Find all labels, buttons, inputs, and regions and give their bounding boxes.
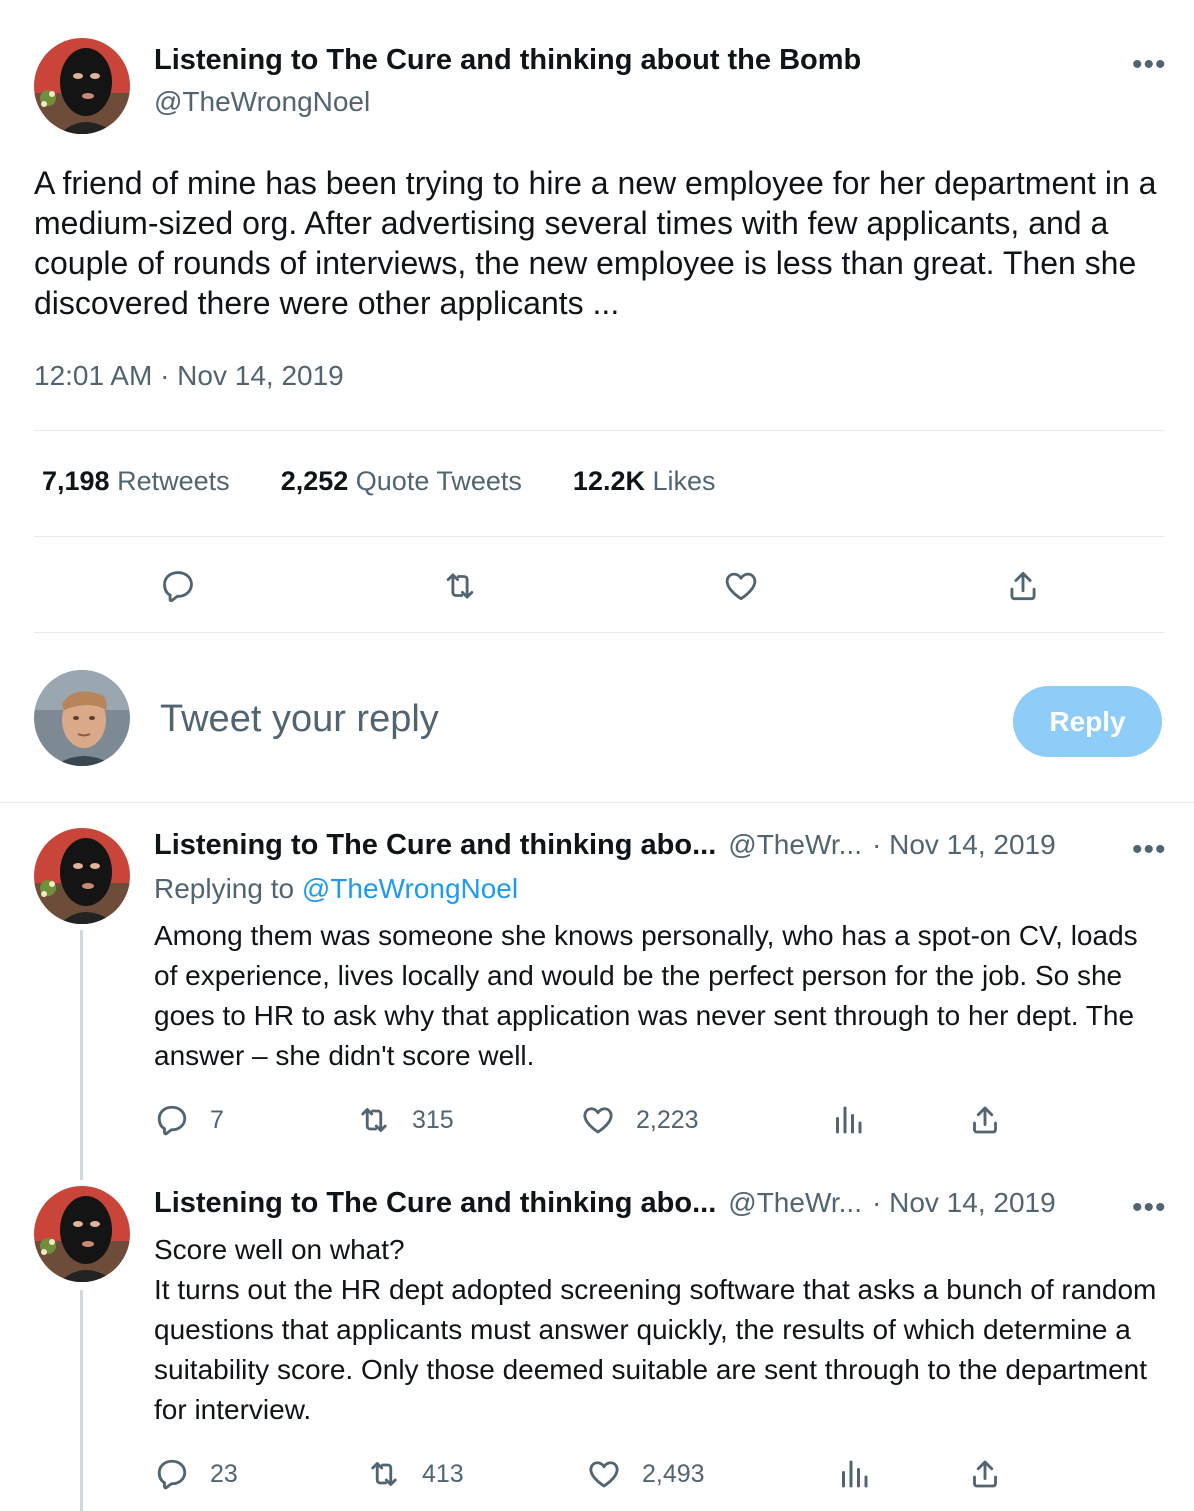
analytics-icon <box>842 1460 868 1488</box>
tweet-timestamp[interactable]: 12:01 AM · Nov 14, 2019 <box>34 360 344 392</box>
reply-header: Listening to The Cure and thinking abo..… <box>154 1187 1056 1220</box>
quote-tweets-stat[interactable]: 2,252 Quote Tweets <box>281 466 522 496</box>
reply-author-name[interactable]: Listening to The Cure and thinking abo..… <box>154 1187 716 1220</box>
share-button[interactable] <box>967 1456 1023 1492</box>
retweet-button[interactable] <box>438 564 482 608</box>
balaclava-avatar-image <box>34 828 130 924</box>
reply-date[interactable]: · Nov 14, 2019 <box>872 829 1056 861</box>
retweet-icon <box>371 1462 397 1486</box>
reply-count: 23 <box>210 1459 238 1488</box>
like-count-button[interactable]: 2,223 <box>580 1102 699 1138</box>
replying-to-line: Replying to @TheWrongNoel <box>154 873 519 904</box>
thread-connector-line <box>80 930 83 1180</box>
reply-icon <box>157 1105 187 1136</box>
reply-text: Among them was someone she knows persona… <box>154 920 1138 1071</box>
more-options-icon[interactable]: ••• <box>1132 50 1167 80</box>
author-display-name[interactable]: Listening to The Cure and thinking about… <box>154 44 861 77</box>
reply-text-first-line: Score well on what? <box>154 1234 405 1265</box>
reply-author-handle[interactable]: @TheWr... <box>728 829 862 861</box>
share-icon <box>973 1460 997 1488</box>
reply-date[interactable]: · Nov 14, 2019 <box>872 1187 1056 1219</box>
like-count: 2,223 <box>636 1105 699 1134</box>
share-icon <box>973 1106 997 1134</box>
retweet-count-button[interactable]: 413 <box>366 1456 464 1492</box>
retweet-icon <box>361 1108 387 1132</box>
reply-author-name[interactable]: Listening to The Cure and thinking abo..… <box>154 829 716 862</box>
reply-icon <box>157 1459 187 1490</box>
share-button[interactable] <box>967 1102 1023 1138</box>
like-icon <box>725 572 757 601</box>
retweet-count: 413 <box>422 1459 464 1488</box>
retweet-count-button[interactable]: 315 <box>356 1102 454 1138</box>
author-handle[interactable]: @TheWrongNoel <box>154 86 370 118</box>
reply-text: It turns out the HR dept adopted screeni… <box>154 1274 1157 1425</box>
analytics-icon <box>836 1106 862 1134</box>
tweet-text: A friend of mine has been trying to hire… <box>34 165 1157 321</box>
reply-count-button[interactable]: 23 <box>154 1456 238 1492</box>
reply-icon <box>163 571 193 603</box>
submit-reply-button[interactable]: Reply <box>1013 686 1162 757</box>
like-button[interactable] <box>719 564 763 608</box>
balaclava-avatar-image <box>34 1186 130 1282</box>
like-count: 2,493 <box>642 1459 705 1488</box>
more-options-icon[interactable]: ••• <box>1132 1193 1167 1223</box>
more-options-icon[interactable]: ••• <box>1132 835 1167 865</box>
likes-stat[interactable]: 12.2K Likes <box>573 466 716 496</box>
reply-count-button[interactable]: 7 <box>154 1102 224 1138</box>
like-icon <box>583 1107 613 1134</box>
analytics-button[interactable] <box>836 1456 892 1492</box>
reply-author-avatar[interactable] <box>34 1186 130 1282</box>
share-icon <box>1010 571 1036 601</box>
divider <box>34 632 1165 633</box>
like-count-button[interactable]: 2,493 <box>586 1456 705 1492</box>
user-photo-avatar-image <box>34 670 130 766</box>
analytics-button[interactable] <box>830 1102 886 1138</box>
thread-connector-line <box>80 1290 83 1511</box>
current-user-avatar[interactable] <box>34 670 130 766</box>
reply-header: Listening to The Cure and thinking abo..… <box>154 829 1056 862</box>
balaclava-avatar-image <box>34 38 130 134</box>
author-avatar[interactable] <box>34 38 130 134</box>
divider <box>34 536 1165 537</box>
share-button[interactable] <box>1001 564 1045 608</box>
reply-author-avatar[interactable] <box>34 828 130 924</box>
tweet-stats: 7,198 Retweets 2,252 Quote Tweets 12.2K … <box>42 466 716 497</box>
like-icon <box>589 1461 619 1488</box>
retweet-count: 315 <box>412 1105 454 1134</box>
reply-button[interactable] <box>156 564 200 608</box>
divider <box>34 430 1165 431</box>
retweets-stat[interactable]: 7,198 Retweets <box>42 466 230 496</box>
reply-count: 7 <box>210 1105 224 1134</box>
divider <box>0 802 1194 803</box>
replying-to-handle-link[interactable]: @TheWrongNoel <box>302 873 518 904</box>
retweet-icon <box>446 573 474 599</box>
reply-input[interactable]: Tweet your reply <box>160 698 439 741</box>
reply-author-handle[interactable]: @TheWr... <box>728 1187 862 1219</box>
